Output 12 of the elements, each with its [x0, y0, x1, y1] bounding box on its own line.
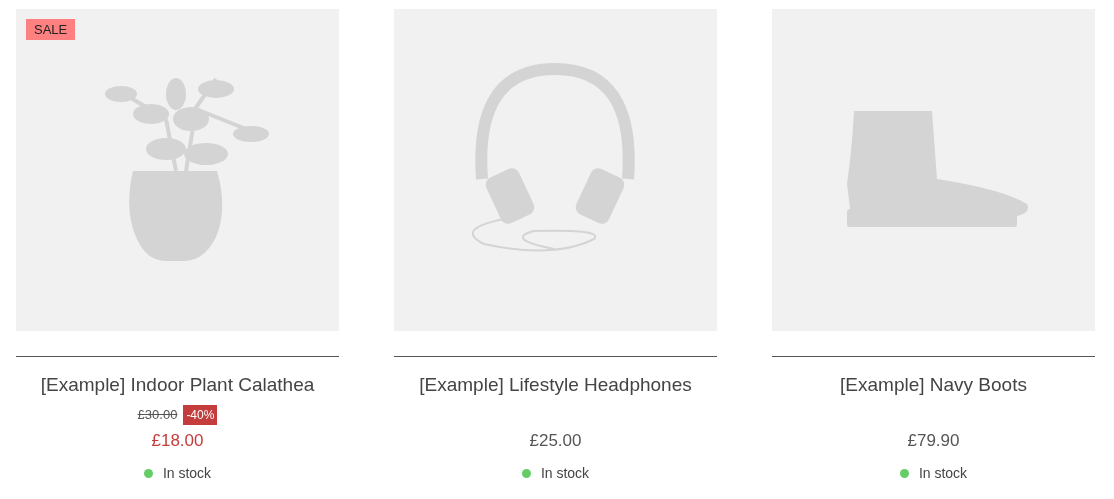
- product-title[interactable]: [Example] Lifestyle Headphones: [419, 373, 692, 397]
- sale-badge: SALE: [26, 19, 76, 40]
- stock-status: In stock: [918, 464, 968, 483]
- price: £18.00: [151, 430, 204, 452]
- price: £25.00: [529, 430, 582, 452]
- discount-badge: -40%: [183, 405, 218, 425]
- price: £79.90: [907, 430, 960, 452]
- stock-status: In stock: [540, 464, 590, 483]
- old-price: £30.00: [137, 406, 178, 425]
- product-title[interactable]: [Example] Navy Boots: [840, 373, 1027, 397]
- product-title[interactable]: [Example] Indoor Plant Calathea: [40, 373, 315, 397]
- stock-status: In stock: [162, 464, 212, 483]
